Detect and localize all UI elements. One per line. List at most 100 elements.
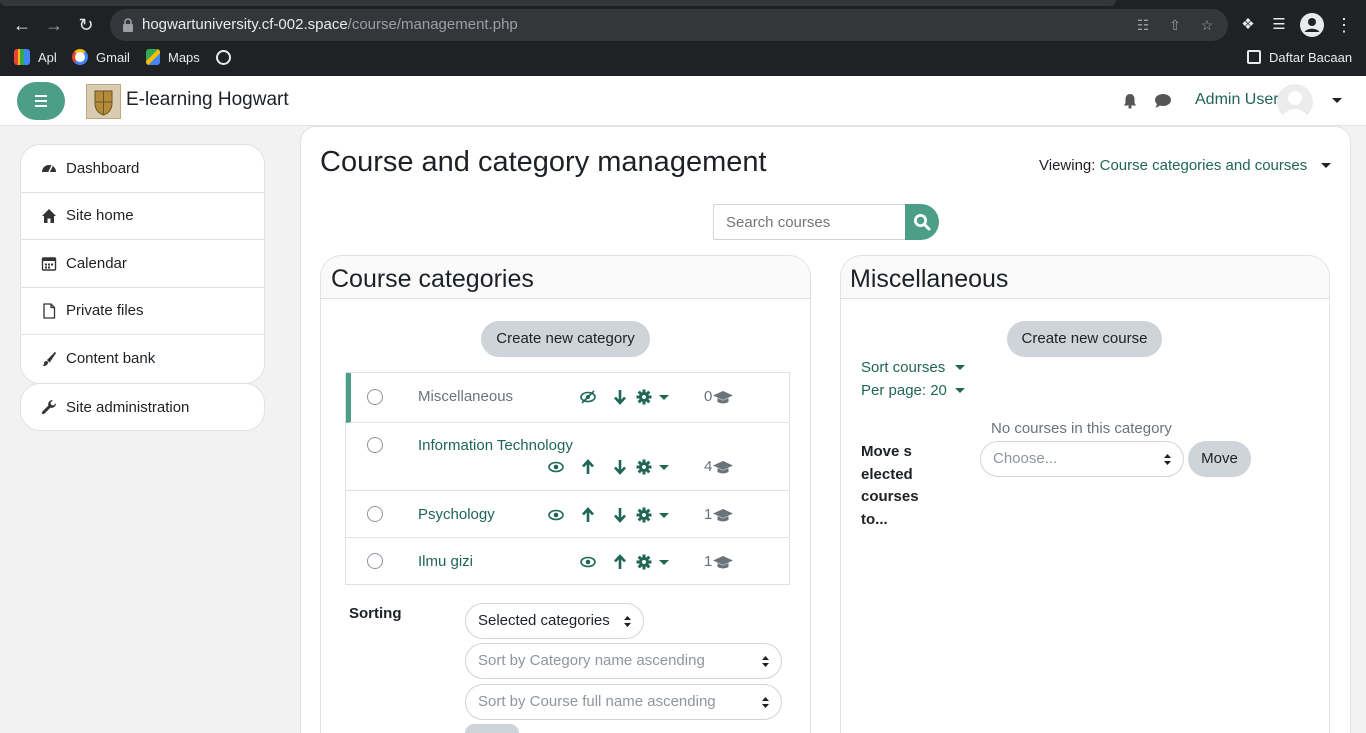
chat-icon[interactable]	[1154, 93, 1172, 109]
eye-icon[interactable]	[548, 459, 564, 475]
sort-category-select[interactable]: Sort by Category name ascending	[465, 643, 782, 679]
graduation-cap-icon	[713, 391, 733, 404]
viewing-mode-link[interactable]: Course categories and courses	[1100, 157, 1308, 174]
graduation-cap-icon	[713, 556, 733, 569]
sort-course-select[interactable]: Sort by Course full name ascending	[465, 684, 782, 720]
per-page-caret-icon[interactable]	[955, 388, 965, 393]
gear-icon[interactable]	[636, 459, 652, 475]
gear-icon[interactable]	[636, 389, 652, 405]
sort-button[interactable]	[465, 724, 519, 733]
viewing-caret-icon[interactable]	[1321, 163, 1331, 168]
star-icon[interactable]: ☆	[1198, 16, 1216, 34]
reload-icon[interactable]: ↻	[72, 11, 100, 39]
tab-strip	[0, 0, 1116, 6]
search-input[interactable]	[713, 204, 906, 240]
select-arrows-icon	[624, 616, 631, 627]
profile-icon[interactable]	[1298, 11, 1326, 39]
eye-icon[interactable]	[548, 507, 564, 523]
category-checkbox[interactable]	[367, 506, 383, 522]
reading-list-icon	[1247, 50, 1261, 64]
address-bar[interactable]: hogwartuniversity.cf-002.space/course/ma…	[110, 9, 1228, 41]
nav-item-calendar[interactable]: Calendar	[21, 240, 264, 288]
create-course-button[interactable]: Create new course	[1007, 321, 1162, 357]
paintbrush-icon	[42, 351, 57, 366]
eye-icon[interactable]	[580, 554, 596, 570]
category-name[interactable]: Information Technology	[418, 437, 573, 454]
share-icon[interactable]: ⇧	[1166, 16, 1184, 34]
category-row: Miscellaneous 0	[346, 373, 789, 423]
back-icon[interactable]: ←	[8, 11, 36, 39]
empty-category-message: No courses in this category	[991, 420, 1172, 437]
reading-list[interactable]: Daftar Bacaan	[1247, 47, 1352, 67]
arrow-down-icon[interactable]	[612, 389, 628, 405]
bookmark-apps[interactable]: Apl	[14, 47, 57, 67]
translate-icon[interactable]: ☷	[1134, 16, 1152, 34]
category-actions-caret-icon[interactable]	[659, 395, 669, 400]
forward-icon[interactable]: →	[40, 11, 68, 39]
create-category-button[interactable]: Create new category	[481, 321, 650, 357]
category-actions-caret-icon[interactable]	[659, 465, 669, 470]
user-menu-caret-icon[interactable]	[1332, 98, 1342, 103]
arrow-up-icon[interactable]	[612, 554, 628, 570]
sort-courses-caret-icon[interactable]	[955, 365, 965, 370]
lock-icon	[123, 18, 133, 32]
nav-item-site-administration[interactable]: Site administration	[20, 383, 265, 431]
arrow-down-icon[interactable]	[612, 507, 628, 523]
select-arrows-icon	[762, 697, 769, 708]
page-title: Course and category management	[320, 146, 767, 178]
category-name[interactable]: Miscellaneous	[418, 388, 513, 405]
site-logo[interactable]	[86, 84, 121, 119]
nav-item-content-bank[interactable]: Content bank	[21, 335, 264, 383]
drawer-toggle-button[interactable]	[17, 82, 65, 120]
move-target-select[interactable]: Choose...	[980, 441, 1184, 477]
extensions-icon[interactable]: ❖	[1234, 11, 1262, 39]
category-row: Ilmu gizi 1	[346, 538, 789, 584]
dashboard-icon	[42, 165, 56, 173]
nav-item-dashboard[interactable]: Dashboard	[21, 145, 264, 193]
category-checkbox[interactable]	[367, 437, 383, 453]
bookmark-gmail[interactable]: Gmail	[72, 47, 130, 67]
sort-scope-select[interactable]: Selected categories	[465, 603, 644, 639]
category-courses-title: Miscellaneous	[850, 265, 1009, 293]
category-checkbox[interactable]	[367, 389, 383, 405]
search-button[interactable]	[905, 204, 939, 240]
gear-icon[interactable]	[636, 554, 652, 570]
category-course-count: 1	[704, 506, 713, 523]
site-navbar: E-learning Hogwart Admin User	[0, 76, 1366, 126]
url-text: hogwartuniversity.cf-002.space/course/ma…	[142, 16, 518, 33]
arrow-down-icon[interactable]	[612, 459, 628, 475]
arrow-up-icon[interactable]	[580, 459, 596, 475]
graduation-cap-icon	[713, 461, 733, 474]
bookmark-globe[interactable]	[216, 47, 239, 67]
bookmark-maps[interactable]: Maps	[146, 47, 200, 67]
category-name[interactable]: Ilmu gizi	[418, 553, 473, 570]
hamburger-icon	[35, 95, 47, 97]
calendar-icon	[41, 257, 57, 271]
viewing-selector[interactable]: Viewing: Course categories and courses	[1039, 157, 1307, 174]
google-icon	[72, 49, 88, 65]
eye-slash-icon[interactable]	[580, 389, 596, 405]
sort-courses-dropdown[interactable]: Sort courses	[861, 359, 945, 376]
media-icon[interactable]: ☰	[1265, 11, 1293, 39]
user-menu-name[interactable]: Admin User	[1195, 91, 1279, 109]
bell-icon[interactable]	[1122, 93, 1138, 109]
viewing-label: Viewing:	[1039, 157, 1096, 174]
per-page-dropdown[interactable]: Per page: 20	[861, 382, 947, 399]
menu-icon[interactable]: ⋮	[1330, 11, 1358, 39]
avatar[interactable]	[1277, 84, 1313, 120]
gear-icon[interactable]	[636, 507, 652, 523]
site-name[interactable]: E-learning Hogwart	[126, 89, 289, 111]
course-categories-title: Course categories	[331, 265, 534, 293]
nav-drawer: Dashboard Site home Calendar Private fil…	[20, 144, 265, 384]
move-button[interactable]: Move	[1188, 441, 1251, 477]
category-actions-caret-icon[interactable]	[659, 513, 669, 518]
maps-icon	[146, 49, 160, 65]
nav-item-site-home[interactable]: Site home	[21, 193, 264, 240]
category-name[interactable]: Psychology	[418, 506, 495, 523]
category-checkbox[interactable]	[367, 553, 383, 569]
category-actions-caret-icon[interactable]	[659, 560, 669, 565]
sorting-label: Sorting	[349, 605, 402, 622]
arrow-up-icon[interactable]	[580, 507, 596, 523]
nav-item-private-files[interactable]: Private files	[21, 288, 264, 335]
select-arrows-icon	[1164, 454, 1171, 465]
